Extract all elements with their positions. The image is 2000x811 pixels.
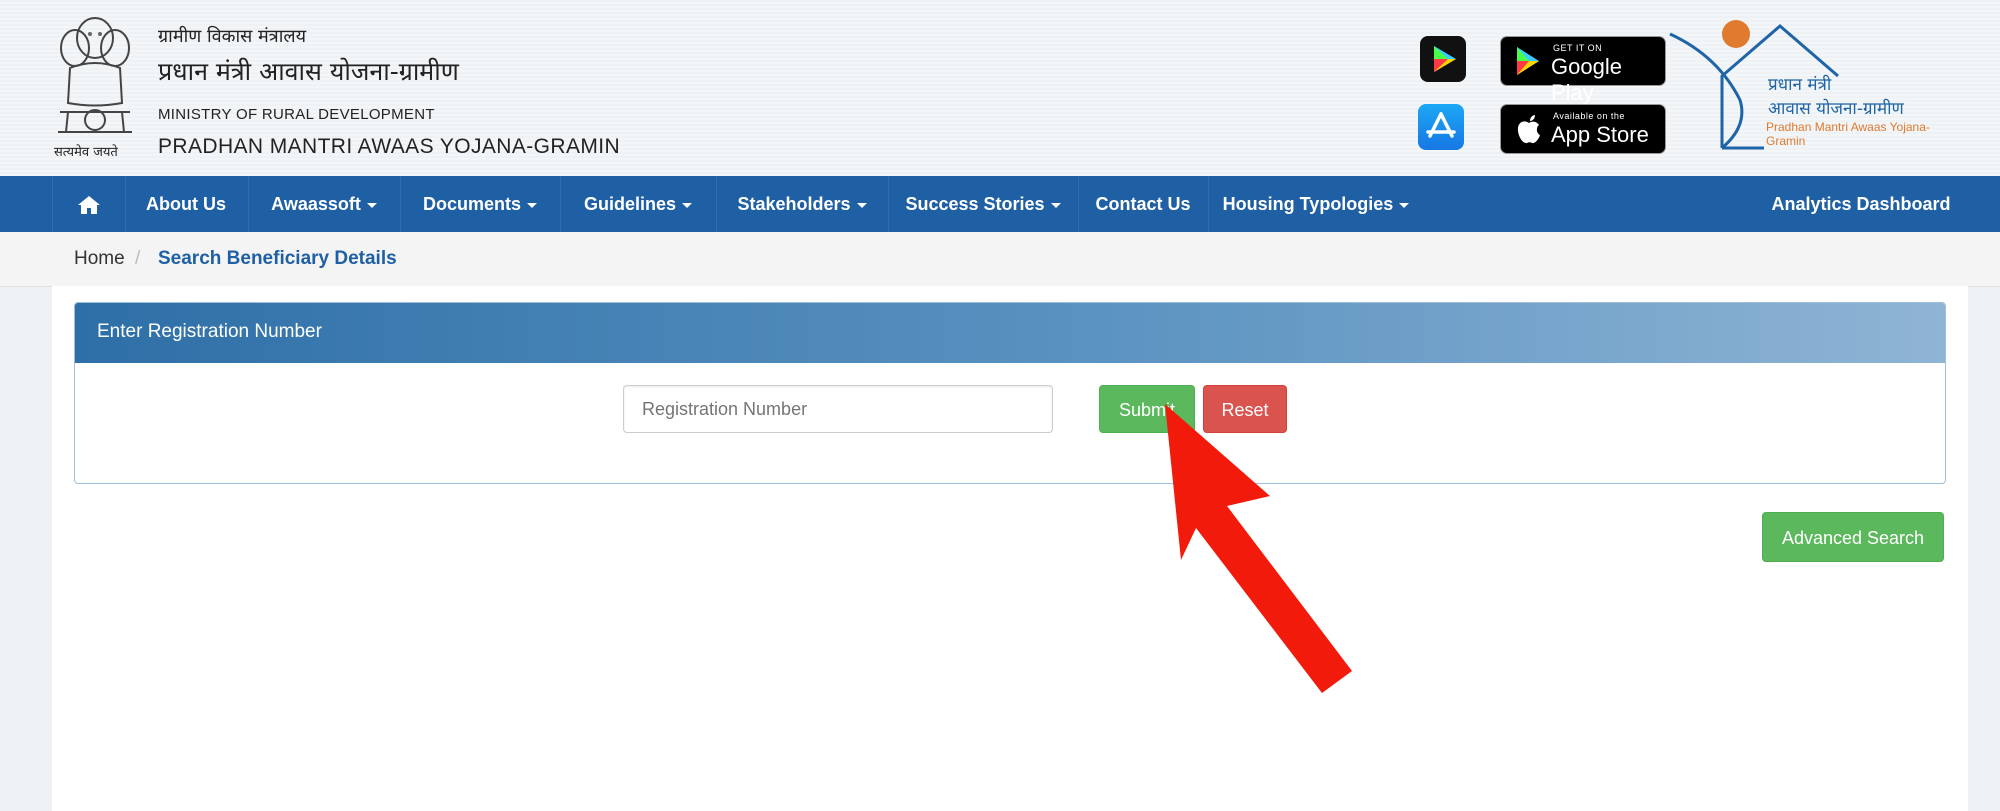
logo-line1: प्रधान मंत्री [1768, 75, 1832, 95]
app-store-big: App Store [1551, 122, 1649, 147]
breadcrumb-separator: / [135, 248, 141, 269]
caret-down-icon [856, 202, 867, 208]
nav-success-stories[interactable]: Success Stories [888, 176, 1079, 232]
google-play-icon [1517, 47, 1539, 75]
main-content: Enter Registration Number Submit Reset A… [52, 286, 1968, 811]
panel-title: Enter Registration Number [97, 321, 322, 342]
home-icon [78, 196, 100, 215]
reset-button[interactable]: Reset [1203, 385, 1287, 433]
breadcrumb: Home / Search Beneficiary Details [0, 232, 2000, 287]
nav-contact-us-label: Contact Us [1095, 194, 1191, 214]
site-titles: ग्रामीण विकास मंत्रालय प्रधान मंत्री आवा… [158, 24, 620, 159]
nav-documents-label: Documents [422, 194, 521, 214]
caret-down-icon [366, 202, 377, 208]
nav-guidelines[interactable]: Guidelines [560, 176, 717, 232]
google-play-big: Google Play [1551, 54, 1622, 105]
site-header: सत्यमेव जयते ग्रामीण विकास मंत्रालय प्रध… [0, 0, 2000, 176]
logo-line2: आवास योजना-ग्रामीण [1768, 99, 1904, 119]
nav-analytics-dashboard[interactable]: Analytics Dashboard [1756, 176, 1966, 232]
nav-housing-typologies-label: Housing Typologies [1222, 194, 1394, 214]
national-emblem-icon [58, 17, 132, 133]
main-navbar: About Us Awaassoft Documents Guidelines … [0, 176, 2000, 232]
nav-documents[interactable]: Documents [400, 176, 561, 232]
caret-down-icon [682, 202, 693, 208]
advanced-search-button[interactable]: Advanced Search [1762, 512, 1944, 562]
nav-stakeholders-label: Stakeholders [737, 194, 851, 214]
scheme-english: PRADHAN MANTRI AWAAS YOJANA-GRAMIN [158, 135, 621, 158]
panel-heading: Enter Registration Number [75, 303, 1945, 363]
nav-stakeholders[interactable]: Stakeholders [716, 176, 889, 232]
nav-guidelines-label: Guidelines [583, 194, 677, 214]
registration-number-input[interactable] [623, 385, 1053, 433]
nav-contact-us[interactable]: Contact Us [1078, 176, 1209, 232]
nav-about-us-label: About Us [146, 194, 226, 214]
submit-button[interactable]: Submit [1099, 385, 1195, 433]
app-store-icon[interactable] [1418, 104, 1464, 150]
registration-panel: Enter Registration Number Submit Reset [74, 302, 1946, 484]
nav-awaassoft-label: Awaassoft [271, 194, 361, 214]
app-store-small: Available on the [1553, 111, 1625, 121]
breadcrumb-home[interactable]: Home [74, 248, 125, 270]
logo-line3: Pradhan Mantri Awaas Yojana-Gramin [1766, 120, 1930, 148]
scheme-hindi: प्रधान मंत्री आवास योजना-ग्रामीण [158, 57, 459, 86]
app-store-a-icon [1426, 112, 1456, 138]
caret-down-icon [1399, 202, 1410, 208]
nav-home[interactable] [52, 176, 126, 232]
pmay-g-logo: प्रधान मंत्री आवास योजना-ग्रामीण Pradhan… [1668, 16, 1948, 152]
emblem-motto: सत्यमेव जयते [54, 145, 118, 160]
app-store-badge[interactable]: Available on the App Store [1500, 104, 1666, 154]
play-triangle-icon [1434, 46, 1456, 72]
nav-awaassoft[interactable]: Awaassoft [248, 176, 401, 232]
ministry-hindi: ग्रामीण विकास मंत्रालय [158, 26, 307, 47]
caret-down-icon [527, 202, 537, 208]
ministry-english: MINISTRY OF RURAL DEVELOPMENT [158, 106, 435, 123]
nav-housing-typologies[interactable]: Housing Typologies [1208, 176, 1424, 232]
caret-down-icon [1050, 202, 1061, 208]
google-play-badge[interactable]: GET IT ON Google Play [1500, 36, 1666, 105]
nav-about-us[interactable]: About Us [124, 176, 249, 232]
play-store-icon[interactable] [1420, 36, 1466, 82]
breadcrumb-current: Search Beneficiary Details [158, 248, 397, 269]
nav-analytics-label: Analytics Dashboard [1771, 194, 1951, 214]
nav-success-stories-label: Success Stories [905, 194, 1045, 214]
google-play-small: GET IT ON [1553, 43, 1603, 53]
apple-icon [1517, 115, 1540, 144]
